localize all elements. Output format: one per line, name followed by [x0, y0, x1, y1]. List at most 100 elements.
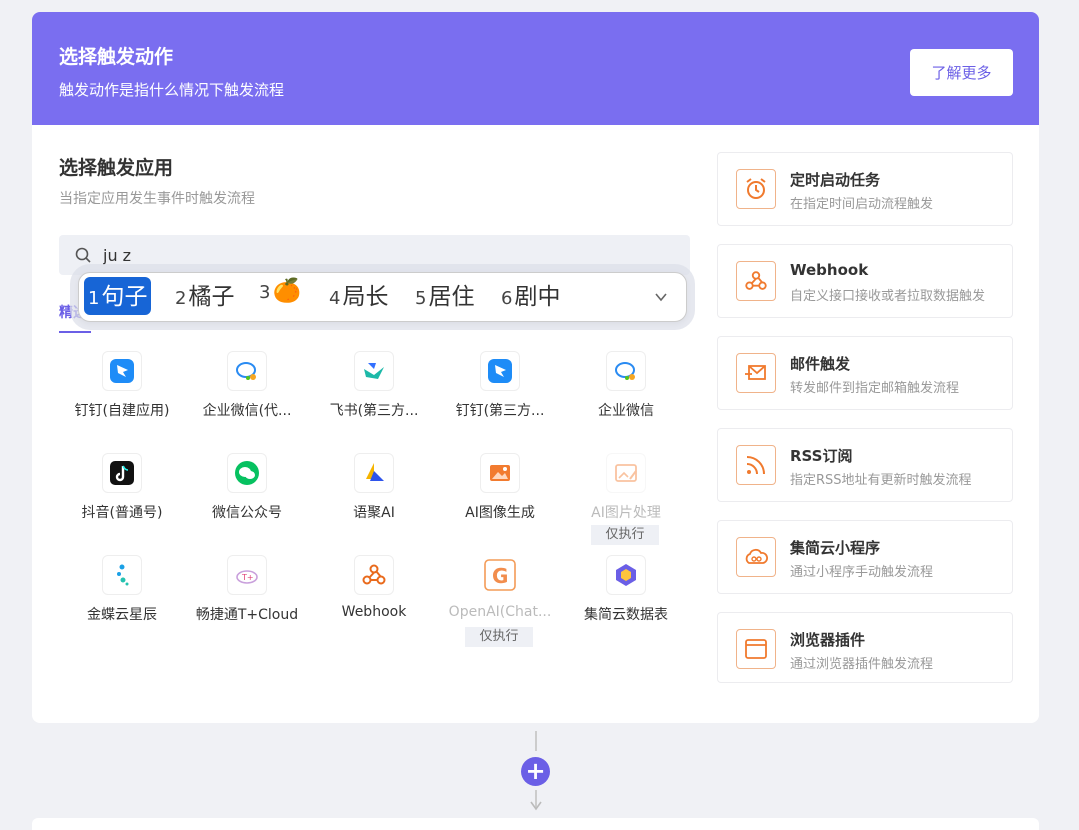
openai-icon: G — [480, 555, 520, 595]
trigger-description: 自定义接口接收或者拉取数据触发 — [790, 289, 986, 304]
app-item-label: 企业微信 — [598, 403, 654, 419]
trigger-name: 集简云小程序 — [790, 539, 881, 557]
app-item[interactable]: 金蝶云星辰 — [59, 555, 185, 643]
app-item[interactable]: 钉钉(自建应用) — [59, 351, 185, 439]
trigger-description: 通过小程序手动触发流程 — [790, 565, 934, 580]
ime-candidate-number: 6 — [501, 288, 513, 309]
app-item-label: 金蝶云星辰 — [87, 607, 157, 623]
trigger-option[interactable]: Webhook 自定义接口接收或者拉取数据触发 — [717, 244, 1013, 318]
ime-candidate-number: 1 — [88, 288, 100, 309]
app-search-input[interactable] — [103, 243, 503, 267]
yuju-ai-icon — [354, 453, 394, 493]
ime-candidate[interactable]: 2 橘子 — [171, 277, 238, 315]
app-section-title: 选择触发应用 — [59, 157, 174, 179]
ime-candidate[interactable]: 5 居住 — [411, 277, 478, 315]
search-icon — [75, 247, 91, 263]
banner: 选择触发动作 触发动作是指什么情况下触发流程 了解更多 — [32, 12, 1039, 125]
feishu-icon — [354, 351, 394, 391]
app-item-label: 集简云数据表 — [584, 607, 668, 623]
chevron-down-icon[interactable] — [654, 290, 668, 304]
douyin-icon — [102, 453, 142, 493]
trigger-name: 浏览器插件 — [790, 631, 866, 649]
app-item[interactable]: 微信公众号 — [184, 453, 310, 541]
ime-candidate-word: 剧中 — [514, 284, 561, 310]
execute-only-badge: 仅执行 — [465, 627, 533, 647]
app-item-label: 微信公众号 — [212, 505, 282, 521]
ime-candidate-word: 橘子 — [188, 284, 235, 310]
app-item-label: 飞书(第三方... — [329, 403, 419, 419]
app-item[interactable]: Webhook — [311, 555, 437, 643]
svg-text:T+: T+ — [241, 573, 254, 582]
ime-candidate[interactable]: 4 局长 — [325, 277, 392, 315]
banner-subtitle: 触发动作是指什么情况下触发流程 — [59, 81, 285, 99]
app-item-label: 钉钉(自建应用) — [74, 403, 170, 419]
trigger-name: 定时启动任务 — [790, 171, 881, 189]
app-item[interactable]: 钉钉(第三方... — [437, 351, 563, 439]
app-item[interactable]: 飞书(第三方... — [311, 351, 437, 439]
app-item-label: OpenAI(Chat... — [448, 604, 552, 620]
app-item[interactable]: 企业微信 — [563, 351, 689, 439]
trigger-option[interactable]: 邮件触发转发邮件到指定邮箱触发流程 — [717, 336, 1013, 410]
ime-candidate-number: 4 — [329, 288, 341, 309]
app-item-label: 钉钉(第三方... — [455, 403, 545, 419]
ime-candidate-word: 🍊 — [272, 278, 302, 304]
flow-connector-top — [535, 731, 537, 751]
trigger-option[interactable]: 定时启动任务 在指定时间启动流程触发 — [717, 152, 1013, 226]
wecom-icon — [227, 351, 267, 391]
execute-only-badge: 仅执行 — [591, 525, 659, 545]
ime-candidate[interactable]: 6 剧中 — [497, 277, 564, 315]
app-item[interactable]: 抖音(普通号) — [59, 453, 185, 541]
ime-candidate-bar: 1 句子 2 橘子 3 🍊 4 局长 5 居住 6 剧中 — [78, 272, 687, 322]
trigger-description: 通过浏览器插件触发流程 — [790, 657, 934, 672]
svg-text:G: G — [492, 564, 508, 588]
trigger-description: 转发邮件到指定邮箱触发流程 — [790, 381, 960, 396]
mail-icon — [736, 353, 776, 393]
ime-candidate[interactable]: 1 句子 — [84, 277, 152, 315]
kingdee-icon — [102, 555, 142, 595]
wecom-icon — [606, 351, 646, 391]
ime-candidate-word: 居住 — [428, 284, 475, 310]
app-item[interactable]: 集简云数据表 — [563, 555, 689, 643]
rss-icon — [736, 445, 776, 485]
app-item[interactable]: 企业微信(代... — [184, 351, 310, 439]
app-item[interactable]: 语聚AI — [311, 453, 437, 541]
ime-candidate-number: 3 — [259, 282, 271, 303]
trigger-option[interactable]: 集简云小程序通过小程序手动触发流程 — [717, 520, 1013, 594]
ai-image-edit-icon — [606, 453, 646, 493]
alarm-clock-icon — [736, 169, 776, 209]
ime-candidate[interactable]: 3 🍊 — [255, 277, 305, 315]
ai-image-icon — [480, 453, 520, 493]
app-item-label: 企业微信(代... — [202, 403, 292, 419]
app-item[interactable]: T+ 畅捷通T+Cloud — [184, 555, 310, 643]
add-step-button[interactable]: + — [521, 757, 550, 786]
learn-more-button[interactable]: 了解更多 — [910, 49, 1013, 96]
next-step-card — [32, 818, 1039, 830]
wechat-icon — [227, 453, 267, 493]
ime-candidate-word: 句子 — [101, 284, 148, 310]
chanjet-icon: T+ — [227, 555, 267, 595]
app-item-label: AI图像生成 — [465, 505, 535, 521]
dingtalk-icon — [102, 351, 142, 391]
app-search-box[interactable] — [59, 235, 690, 275]
webhook-icon — [354, 555, 394, 595]
trigger-card: 选择触发动作 触发动作是指什么情况下触发流程 了解更多 选择触发应用 当指定应用… — [32, 12, 1039, 723]
trigger-option[interactable]: 浏览器插件通过浏览器插件触发流程 — [717, 612, 1013, 683]
jijian-table-icon — [606, 555, 646, 595]
cloud-miniapp-icon — [736, 537, 776, 577]
trigger-option[interactable]: RSS订阅 指定RSS地址有更新时触发流程 — [717, 428, 1013, 502]
arrow-down-icon — [530, 801, 542, 811]
tab-active-indicator — [59, 331, 91, 333]
trigger-description: 指定RSS地址有更新时触发流程 — [790, 473, 972, 488]
webhook-icon — [736, 261, 776, 301]
app-item-label: 语聚AI — [353, 505, 395, 521]
app-item-label: 畅捷通T+Cloud — [195, 607, 299, 623]
app-item[interactable]: AI图像生成 — [437, 453, 563, 541]
app-item-label: Webhook — [341, 604, 407, 620]
ime-candidate-number: 5 — [415, 288, 427, 309]
app-item[interactable]: G OpenAI(Chat... 仅执行 — [437, 555, 563, 647]
app-item-label: AI图片处理 — [591, 505, 661, 521]
app-item[interactable]: AI图片处理仅执行 — [563, 453, 689, 545]
ime-candidate-word: 局长 — [342, 284, 389, 310]
app-item-label: 抖音(普通号) — [81, 505, 163, 521]
trigger-name: 邮件触发 — [790, 355, 851, 373]
